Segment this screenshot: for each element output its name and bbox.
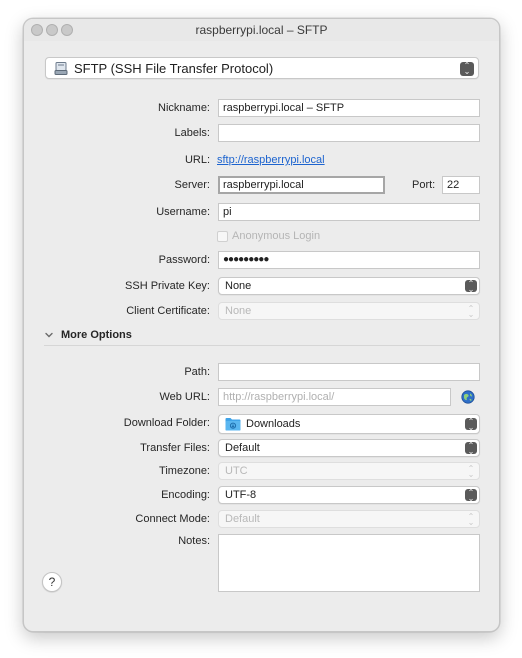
download-folder-popup[interactable]: Downloads ⌃ ⌃ <box>218 414 480 434</box>
transfer-files-value: Default <box>225 442 260 454</box>
ssh-key-value: None <box>225 280 252 292</box>
transfer-files-label: Transfer Files: <box>140 442 210 454</box>
globe-icon[interactable] <box>461 390 475 404</box>
folder-icon <box>225 417 241 431</box>
chevron-updown-icon: ⌃ ⌃ <box>467 464 475 479</box>
password-field[interactable]: ●●●●●●●●● <box>218 251 480 269</box>
nickname-field[interactable]: raspberrypi.local – SFTP <box>218 99 480 117</box>
chevron-updown-icon: ⌃ ⌃ <box>467 512 475 527</box>
drive-icon <box>54 62 68 75</box>
chevron-updown-icon: ⌃ ⌃ <box>465 280 477 293</box>
more-options-divider <box>44 345 480 346</box>
labels-field[interactable] <box>218 124 480 142</box>
labels-label: Labels: <box>174 127 210 139</box>
download-folder-value: Downloads <box>246 418 301 430</box>
chevron-updown-icon: ⌃ ⌃ <box>467 304 475 319</box>
more-options-header[interactable]: More Options <box>61 329 132 341</box>
path-label: Path: <box>184 366 210 378</box>
anonymous-login-label: Anonymous Login <box>232 230 321 242</box>
url-link[interactable]: sftp://raspberrypi.local <box>217 154 325 166</box>
connect-mode-popup[interactable]: Default ⌃ ⌃ <box>218 510 480 528</box>
client-certificate-popup[interactable]: None ⌃ ⌃ <box>218 302 480 320</box>
download-folder-label: Download Folder: <box>123 417 210 429</box>
chevron-updown-icon: ⌃ ⌃ <box>465 442 477 455</box>
chevron-updown-icon: ⌃ ⌃ <box>465 418 477 431</box>
chevron-updown-icon: ⌃ ⌃ <box>465 489 477 502</box>
protocol-label: SFTP (SSH File Transfer Protocol) <box>74 61 274 76</box>
web-url-field[interactable]: http://raspberrypi.local/ <box>218 388 451 406</box>
anonymous-login-checkbox[interactable] <box>217 231 228 242</box>
url-label: URL: <box>184 154 210 166</box>
chevron-down-icon[interactable] <box>44 330 54 340</box>
server-field[interactable]: raspberrypi.local <box>218 176 385 194</box>
notes-textarea[interactable] <box>218 534 480 592</box>
path-field[interactable] <box>218 363 480 381</box>
password-label: Password: <box>158 254 210 266</box>
connect-mode-value: Default <box>225 513 260 525</box>
server-label: Server: <box>174 179 210 191</box>
port-label: Port: <box>412 179 436 191</box>
chevron-updown-icon: ⌃ ⌃ <box>460 62 474 76</box>
client-certificate-label: Client Certificate: <box>126 305 210 317</box>
nickname-label: Nickname: <box>158 102 210 114</box>
web-url-label: Web URL: <box>159 391 210 403</box>
client-certificate-value: None <box>225 305 252 317</box>
window-title: raspberrypi.local – SFTP <box>195 23 328 37</box>
timezone-label: Timezone: <box>159 465 210 477</box>
help-button[interactable]: ? <box>42 572 62 592</box>
encoding-popup[interactable]: UTF-8 ⌃ ⌃ <box>218 486 480 504</box>
username-field[interactable]: pi <box>218 203 480 221</box>
encoding-value: UTF-8 <box>225 489 257 501</box>
title-bar: raspberrypi.local – SFTP <box>24 19 499 41</box>
ssh-key-popup[interactable]: None ⌃ ⌃ <box>218 277 480 295</box>
ssh-key-label: SSH Private Key: <box>125 280 210 292</box>
port-field[interactable]: 22 <box>442 176 480 194</box>
timezone-popup[interactable]: UTC ⌃ ⌃ <box>218 462 480 480</box>
timezone-value: UTC <box>225 465 248 477</box>
encoding-label: Encoding: <box>161 489 210 501</box>
bookmark-window: raspberrypi.local – SFTP SFTP (SSH File … <box>23 18 500 632</box>
transfer-files-popup[interactable]: Default ⌃ ⌃ <box>218 439 480 457</box>
connect-mode-label: Connect Mode: <box>135 513 210 525</box>
protocol-popup[interactable]: SFTP (SSH File Transfer Protocol) ⌃ ⌃ <box>45 57 479 79</box>
notes-label: Notes: <box>178 535 210 547</box>
username-label: Username: <box>156 206 210 218</box>
